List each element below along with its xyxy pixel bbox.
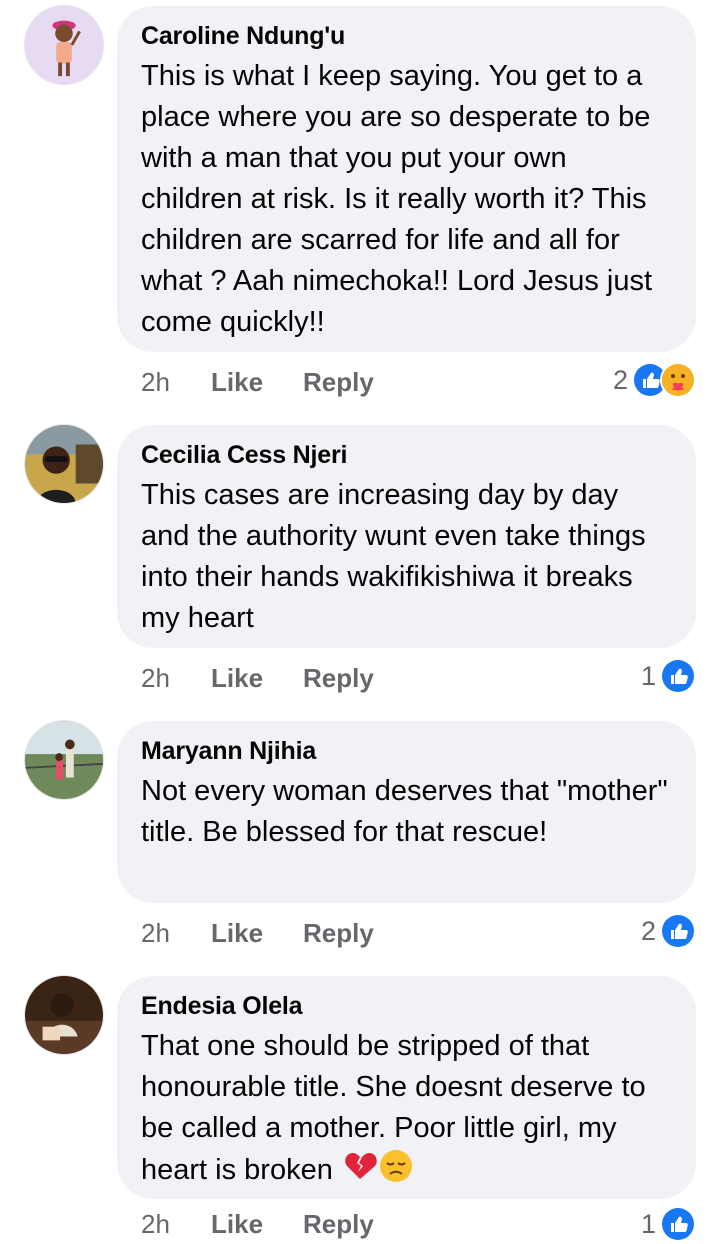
reply-button[interactable]: Reply: [303, 1209, 374, 1240]
comment-bubble: Endesia Olela That one should be strippe…: [117, 976, 696, 1199]
comment-bubble: Caroline Ndung'u This is what I keep say…: [117, 6, 696, 352]
comment-actions: 2h Like Reply: [141, 658, 374, 698]
like-button[interactable]: Like: [211, 1209, 303, 1240]
comment-actions: 2h Like Reply: [141, 362, 374, 402]
avatar-image: [25, 976, 103, 1054]
avatar-image: [25, 425, 103, 503]
comment-time[interactable]: 2h: [141, 1209, 211, 1240]
reaction-summary[interactable]: 2: [641, 911, 696, 951]
comment-time[interactable]: 2h: [141, 663, 211, 694]
care-reaction-icon: [660, 362, 696, 398]
reaction-count: 1: [640, 660, 656, 691]
comment-bubble: Maryann Njihia Not every woman deserves …: [117, 721, 696, 903]
broken-heart-emoji: [343, 1149, 377, 1183]
reaction-count: 2: [612, 364, 628, 395]
reply-button[interactable]: Reply: [303, 918, 374, 949]
comment-actions: 2h Like Reply: [141, 913, 374, 953]
comment-text: This cases are increasing day by day and…: [141, 479, 646, 634]
reply-button[interactable]: Reply: [303, 663, 374, 694]
avatar[interactable]: [24, 720, 104, 800]
like-button[interactable]: Like: [211, 918, 303, 949]
like-button[interactable]: Like: [211, 367, 303, 398]
avatar[interactable]: [24, 5, 104, 85]
comment-time[interactable]: 2h: [141, 367, 211, 398]
like-reaction-icon: [660, 658, 696, 694]
comment-bubble: Cecilia Cess Njeri This cases are increa…: [117, 425, 696, 648]
reaction-count: 2: [640, 915, 656, 946]
avatar[interactable]: [24, 424, 104, 504]
like-reaction-icon: [660, 913, 696, 949]
comment-actions: 2h Like Reply: [141, 1204, 374, 1244]
comment-author[interactable]: Endesia Olela: [141, 990, 672, 1022]
comment-time[interactable]: 2h: [141, 918, 211, 949]
comment-text: That one should be stripped of that hono…: [141, 1026, 672, 1191]
comment-text: This is what I keep saying. You get to a…: [141, 60, 653, 338]
avatar-image: [25, 6, 103, 84]
avatar[interactable]: [24, 975, 104, 1055]
reaction-summary[interactable]: 1: [641, 1204, 696, 1244]
like-button[interactable]: Like: [211, 663, 303, 694]
avatar-image: [25, 721, 103, 799]
reaction-count: 1: [640, 1208, 656, 1239]
disappointed-face-emoji: [379, 1149, 413, 1183]
comment-author[interactable]: Maryann Njihia: [141, 735, 672, 767]
comment-author[interactable]: Cecilia Cess Njeri: [141, 439, 672, 471]
reply-button[interactable]: Reply: [303, 367, 374, 398]
reaction-summary[interactable]: 2: [613, 360, 696, 400]
comment-author[interactable]: Caroline Ndung'u: [141, 20, 672, 52]
comment-text: Not every woman deserves that "mother" t…: [141, 775, 668, 848]
reaction-summary[interactable]: 1: [641, 656, 696, 696]
like-reaction-icon: [660, 1206, 696, 1242]
